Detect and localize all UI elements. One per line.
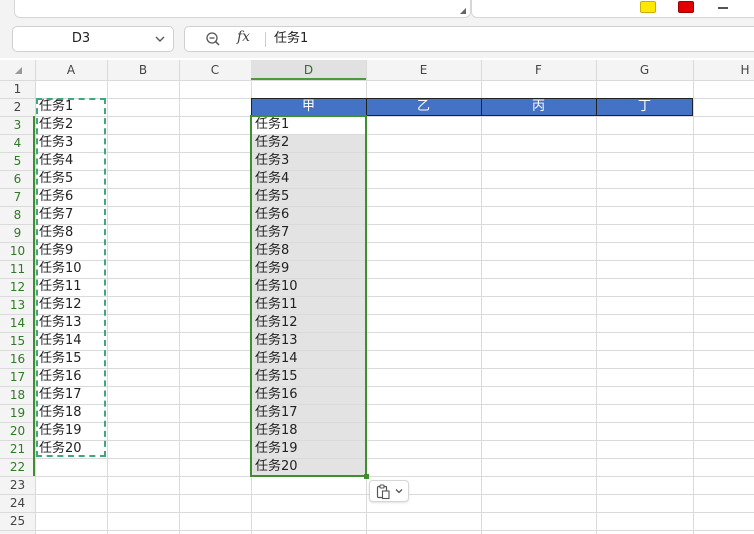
column-header-g[interactable]: G xyxy=(596,60,693,80)
row-header[interactable]: 23 xyxy=(0,476,35,494)
row-header[interactable]: 12 xyxy=(0,278,35,296)
column-header-a[interactable]: A xyxy=(35,60,107,80)
row-header[interactable]: 4 xyxy=(0,134,35,152)
column-header-e[interactable]: E xyxy=(366,60,481,80)
column-header-f[interactable]: F xyxy=(481,60,596,80)
row-header[interactable]: 9 xyxy=(0,224,35,242)
row-header[interactable]: 19 xyxy=(0,404,35,422)
row-header[interactable]: 22 xyxy=(0,458,35,476)
chevron-down-icon xyxy=(395,489,403,494)
grid-lines xyxy=(0,60,754,534)
column-header-c[interactable]: C xyxy=(179,60,251,80)
copy-marquee xyxy=(36,98,106,457)
row-header[interactable]: 3 xyxy=(0,116,35,134)
row-header[interactable]: 5 xyxy=(0,152,35,170)
row-selection-indicator xyxy=(33,116,35,476)
paste-options-button[interactable] xyxy=(369,480,409,502)
row-header[interactable]: 1 xyxy=(0,80,35,98)
row-header[interactable]: 21 xyxy=(0,440,35,458)
header-cell-e[interactable]: 乙 xyxy=(366,98,481,116)
row-header[interactable]: 2 xyxy=(0,98,35,116)
row-header[interactable]: 20 xyxy=(0,422,35,440)
row-header[interactable]: 16 xyxy=(0,350,35,368)
selection-border xyxy=(250,115,367,477)
row-header[interactable]: 8 xyxy=(0,206,35,224)
clipboard-icon xyxy=(376,484,390,500)
row-header[interactable]: 13 xyxy=(0,296,35,314)
column-header-b[interactable]: B xyxy=(107,60,179,80)
row-header[interactable]: 25 xyxy=(0,512,35,530)
column-header-h[interactable]: H xyxy=(693,60,754,80)
row-header[interactable]: 17 xyxy=(0,368,35,386)
row-header[interactable]: 11 xyxy=(0,260,35,278)
row-header[interactable]: 18 xyxy=(0,386,35,404)
row-header[interactable]: 7 xyxy=(0,188,35,206)
column-header-d[interactable]: D xyxy=(251,60,366,80)
row-header[interactable]: 14 xyxy=(0,314,35,332)
header-cell-f[interactable]: 丙 xyxy=(481,98,596,116)
fill-handle[interactable] xyxy=(364,474,369,479)
header-cell-d[interactable]: 甲 xyxy=(251,98,366,116)
row-header[interactable]: 6 xyxy=(0,170,35,188)
header-cell-g[interactable]: 丁 xyxy=(596,98,693,116)
row-header[interactable]: 10 xyxy=(0,242,35,260)
row-header[interactable]: 15 xyxy=(0,332,35,350)
row-header[interactable]: 24 xyxy=(0,494,35,512)
